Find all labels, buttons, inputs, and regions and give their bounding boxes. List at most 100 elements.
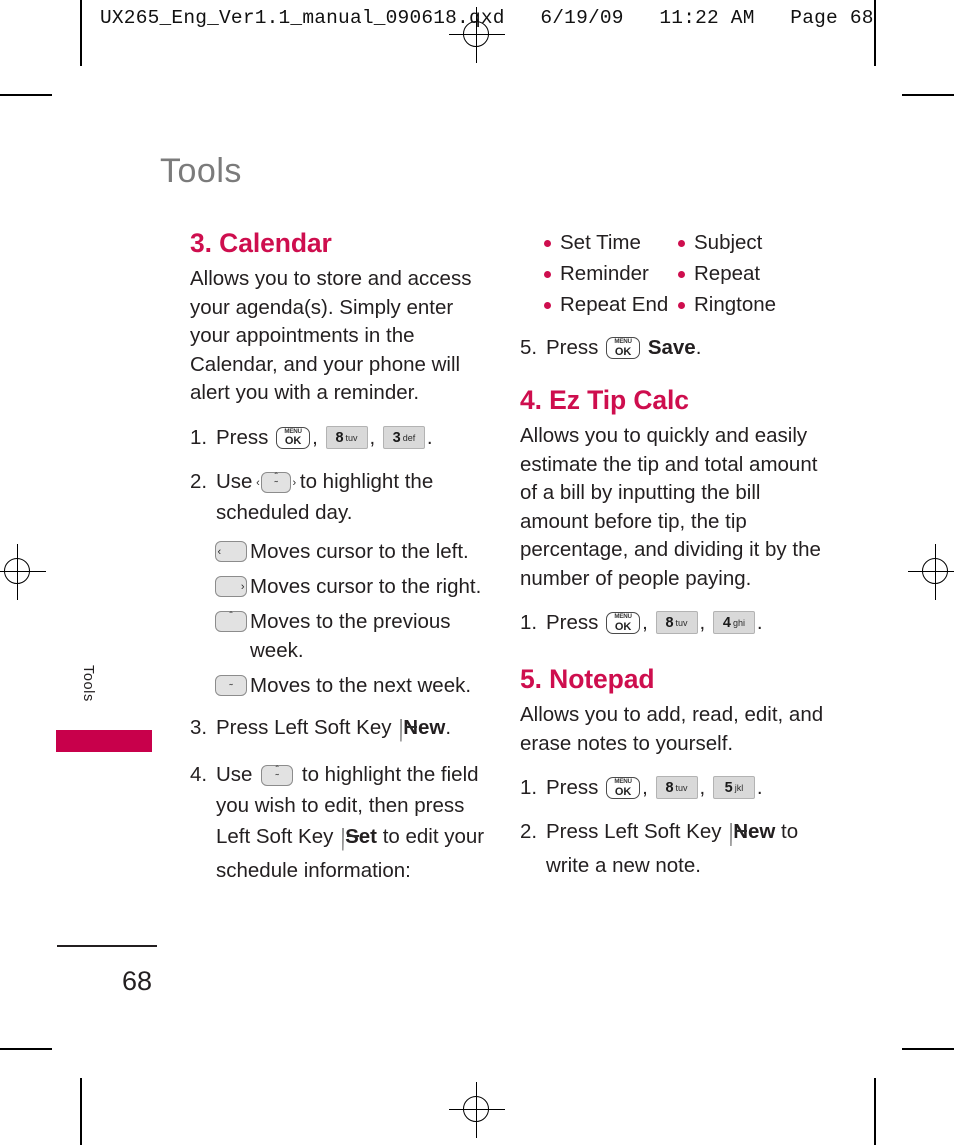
menu-ok-key-icon[interactable]: MENU OK xyxy=(606,777,641,799)
nav-up-icon[interactable]: ˆ xyxy=(215,610,247,632)
number-key-digit: 4 xyxy=(722,615,731,631)
right-column: Set Time Subject Reminder Repeat Repeat … xyxy=(520,228,830,894)
menu-ok-key-line2: OK xyxy=(614,785,632,798)
menu-ok-key-line1: MENU xyxy=(284,427,302,435)
step-number: 1. xyxy=(520,611,538,634)
menu-ok-key-line1: MENU xyxy=(614,338,632,345)
comma-separator: , xyxy=(642,776,648,799)
menu-ok-key-icon[interactable]: MENU OK xyxy=(606,337,641,359)
notepad-step-1: 1. Press MENU OK , 8 tuv , 5 jkl . xyxy=(520,772,830,803)
step-text: Press Left Soft Key xyxy=(546,820,722,843)
calendar-step-4: 4. Use ˆ ˜ to highlight the field you wi… xyxy=(190,759,490,886)
comma-separator: , xyxy=(699,611,706,634)
number-key-digit: 8 xyxy=(665,615,674,631)
key-explanation-right: › Moves cursor to the right. xyxy=(190,572,490,601)
section-heading-calendar: 3. Calendar xyxy=(190,228,332,258)
field-label: Reminder xyxy=(560,262,649,285)
menu-ok-key-line1: MENU xyxy=(614,613,632,620)
nav-down-icon[interactable]: ˜ xyxy=(215,674,247,696)
field-item: Set Time xyxy=(544,228,678,258)
side-tab-marker xyxy=(56,730,152,752)
key-explanation-text: Moves to the next week. xyxy=(250,673,472,697)
number-key-4-icon[interactable]: 4 ghi xyxy=(712,611,755,634)
step-number: 4. xyxy=(190,762,208,786)
field-label: Subject xyxy=(694,231,763,254)
manual-page: Tools Tools 68 3. Calendar Allows you to… xyxy=(0,0,954,1145)
step-trailing-punctuation: . xyxy=(445,715,452,739)
step-number: 1. xyxy=(520,776,538,799)
number-key-letters: tuv xyxy=(345,432,358,443)
field-label: Set Time xyxy=(560,231,641,254)
footer-divider xyxy=(57,945,157,947)
step-trailing-punctuation: . xyxy=(756,611,763,634)
dpad-4way-icon[interactable]: ‹ ˆ ˜ › xyxy=(256,471,296,493)
step-verb: Use xyxy=(216,469,253,493)
step-verb: Press xyxy=(546,336,599,359)
number-key-letters: jkl xyxy=(734,783,744,793)
step-number: 3. xyxy=(190,715,208,739)
menu-ok-key-line2: OK xyxy=(614,620,632,633)
side-tab-label: Tools xyxy=(80,665,96,702)
number-key-letters: tuv xyxy=(675,783,688,793)
number-key-digit: 3 xyxy=(392,429,401,446)
menu-ok-key-line2: OK xyxy=(614,345,632,358)
page-number: 68 xyxy=(122,966,153,996)
notepad-step-2: 2. Press Left Soft Key New to write a ne… xyxy=(520,816,830,881)
bullet-icon xyxy=(678,302,685,309)
number-key-5-icon[interactable]: 5 jkl xyxy=(712,776,755,799)
step-number: 1. xyxy=(190,425,208,449)
comma-separator: , xyxy=(312,425,318,449)
field-item: Repeat End xyxy=(544,290,678,320)
field-label: Ringtone xyxy=(694,293,777,316)
key-explanation-text: Moves cursor to the left. xyxy=(250,539,469,563)
number-key-8-icon[interactable]: 8 tuv xyxy=(655,611,698,634)
number-key-3-icon[interactable]: 3 def xyxy=(382,425,425,449)
section-heading-ez-tip-calc: 4. Ez Tip Calc xyxy=(520,385,689,415)
nav-right-icon[interactable]: › xyxy=(215,575,247,597)
number-key-letters: def xyxy=(402,432,416,443)
key-explanation-up: ˆ Moves to the previous week. xyxy=(190,607,490,665)
key-explanation-text: Moves to the previous week. xyxy=(250,609,451,662)
number-key-8-icon[interactable]: 8 tuv xyxy=(655,776,698,799)
softkey-label-save: Save xyxy=(647,336,696,359)
step-number: 2. xyxy=(190,469,208,493)
field-label: Repeat xyxy=(694,262,761,285)
ez-tip-calc-intro-text: Allows you to quickly and easily estimat… xyxy=(520,424,821,590)
field-item: Ringtone xyxy=(678,290,830,320)
calendar-intro-text: Allows you to store and access your agen… xyxy=(190,267,472,404)
step-text: Press Left Soft Key xyxy=(216,715,392,739)
menu-ok-key-line1: MENU xyxy=(614,778,632,785)
number-key-letters: ghi xyxy=(732,618,745,628)
step-trailing-punctuation: . xyxy=(695,336,702,359)
menu-ok-key-icon[interactable]: MENU OK xyxy=(606,612,641,634)
number-key-letters: tuv xyxy=(675,618,688,628)
bullet-icon xyxy=(544,302,551,309)
calendar-step-3: 3. Press Left Soft Key New. xyxy=(190,712,490,746)
key-explanation-left: ‹ Moves cursor to the left. xyxy=(190,537,490,566)
calendar-step-2: 2. Use ‹ ˆ ˜ › to highlight the schedule… xyxy=(190,466,490,528)
number-key-8-icon[interactable]: 8 tuv xyxy=(325,425,368,449)
notepad-intro-text: Allows you to add, read, edit, and erase… xyxy=(520,703,824,755)
calendar-step-1: 1. Press MENU OK , 8 tuv , 3 def . xyxy=(190,422,490,453)
dpad-updown-icon[interactable]: ˆ ˜ xyxy=(261,764,294,786)
field-item: Reminder xyxy=(544,259,678,289)
step-text: Use xyxy=(216,762,253,786)
bullet-icon xyxy=(678,240,685,247)
calendar-step-5: 5. Press MENU OK Save. xyxy=(520,332,830,363)
key-explanation-down: ˜ Moves to the next week. xyxy=(190,671,490,700)
step-verb: Press xyxy=(546,611,599,634)
key-explanation-text: Moves cursor to the right. xyxy=(250,574,482,598)
section-heading-notepad: 5. Notepad xyxy=(520,664,655,694)
step-number: 2. xyxy=(520,820,538,843)
menu-ok-key-line2: OK xyxy=(284,435,302,447)
step-trailing-punctuation: . xyxy=(756,776,763,799)
left-column: 3. Calendar Allows you to store and acce… xyxy=(190,228,490,899)
field-item: Subject xyxy=(678,228,830,258)
bullet-icon xyxy=(678,271,685,278)
number-key-digit: 5 xyxy=(724,780,733,796)
menu-ok-key-icon[interactable]: MENU OK xyxy=(276,426,311,449)
nav-left-icon[interactable]: ‹ xyxy=(215,540,247,562)
comma-separator: , xyxy=(369,425,376,449)
comma-separator: , xyxy=(642,611,648,634)
step-trailing-punctuation: . xyxy=(426,425,433,449)
